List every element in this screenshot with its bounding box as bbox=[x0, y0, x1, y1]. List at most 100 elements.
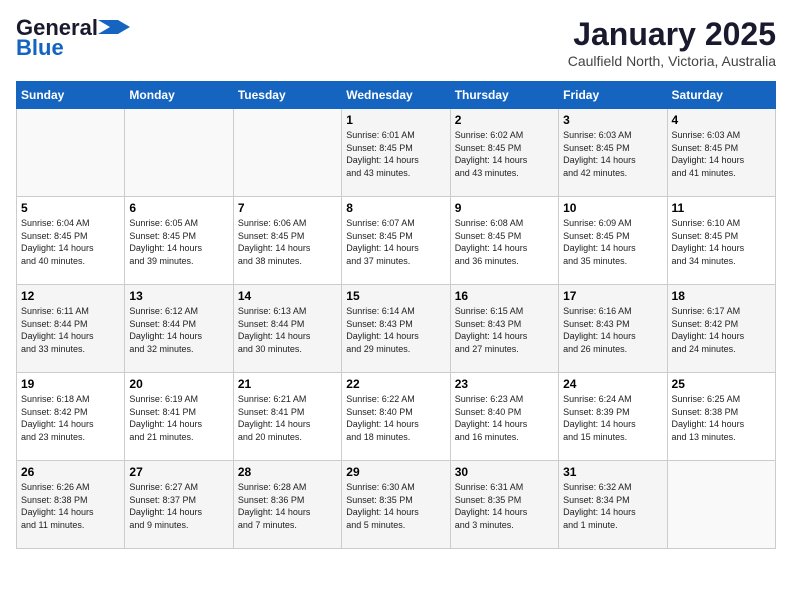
weekday-header-friday: Friday bbox=[559, 82, 667, 109]
day-info: Sunrise: 6:28 AMSunset: 8:36 PMDaylight:… bbox=[238, 481, 337, 531]
calendar-table: SundayMondayTuesdayWednesdayThursdayFrid… bbox=[16, 81, 776, 549]
page-header: General Blue January 2025 Caulfield Nort… bbox=[16, 16, 776, 69]
day-info: Sunrise: 6:23 AMSunset: 8:40 PMDaylight:… bbox=[455, 393, 554, 443]
day-number: 18 bbox=[672, 289, 771, 303]
calendar-cell: 1 Sunrise: 6:01 AMSunset: 8:45 PMDaylight… bbox=[342, 109, 450, 197]
day-number: 20 bbox=[129, 377, 228, 391]
day-number: 31 bbox=[563, 465, 662, 479]
day-number: 22 bbox=[346, 377, 445, 391]
day-info: Sunrise: 6:12 AMSunset: 8:44 PMDaylight:… bbox=[129, 305, 228, 355]
logo: General Blue bbox=[16, 16, 130, 60]
day-number: 27 bbox=[129, 465, 228, 479]
day-number: 3 bbox=[563, 113, 662, 127]
day-number: 1 bbox=[346, 113, 445, 127]
day-number: 8 bbox=[346, 201, 445, 215]
calendar-cell: 8 Sunrise: 6:07 AMSunset: 8:45 PMDaylight… bbox=[342, 197, 450, 285]
day-number: 23 bbox=[455, 377, 554, 391]
calendar-cell: 9Sunrise: 6:08 AMSunset: 8:45 PMDaylight… bbox=[450, 197, 558, 285]
day-info: Sunrise: 6:19 AMSunset: 8:41 PMDaylight:… bbox=[129, 393, 228, 443]
day-number: 25 bbox=[672, 377, 771, 391]
day-info: Sunrise: 6:30 AMSunset: 8:35 PMDaylight:… bbox=[346, 481, 445, 531]
calendar-week-row: 1 Sunrise: 6:01 AMSunset: 8:45 PMDaylight… bbox=[17, 109, 776, 197]
calendar-cell: 13 Sunrise: 6:12 AMSunset: 8:44 PMDayligh… bbox=[125, 285, 233, 373]
calendar-cell: 19 Sunrise: 6:18 AMSunset: 8:42 PMDayligh… bbox=[17, 373, 125, 461]
day-number: 13 bbox=[129, 289, 228, 303]
location-text: Caulfield North, Victoria, Australia bbox=[568, 53, 776, 69]
calendar-cell: 3 Sunrise: 6:03 AMSunset: 8:45 PMDaylight… bbox=[559, 109, 667, 197]
day-info: Sunrise: 6:08 AMSunset: 8:45 PMDaylight:… bbox=[455, 217, 554, 267]
day-number: 7 bbox=[238, 201, 337, 215]
calendar-cell: 6 Sunrise: 6:05 AMSunset: 8:45 PMDaylight… bbox=[125, 197, 233, 285]
day-number: 6 bbox=[129, 201, 228, 215]
calendar-cell: 20 Sunrise: 6:19 AMSunset: 8:41 PMDayligh… bbox=[125, 373, 233, 461]
day-number: 17 bbox=[563, 289, 662, 303]
calendar-cell: 11 Sunrise: 6:10 AMSunset: 8:45 PMDayligh… bbox=[667, 197, 775, 285]
day-info: Sunrise: 6:05 AMSunset: 8:45 PMDaylight:… bbox=[129, 217, 228, 267]
day-info: Sunrise: 6:11 AMSunset: 8:44 PMDaylight:… bbox=[21, 305, 120, 355]
calendar-cell: 21 Sunrise: 6:21 AMSunset: 8:41 PMDayligh… bbox=[233, 373, 341, 461]
calendar-cell: 30 Sunrise: 6:31 AMSunset: 8:35 PMDayligh… bbox=[450, 461, 558, 549]
logo-arrow-icon bbox=[98, 20, 130, 34]
month-title: January 2025 bbox=[568, 16, 776, 53]
day-info: Sunrise: 6:01 AMSunset: 8:45 PMDaylight:… bbox=[346, 129, 445, 179]
day-info: Sunrise: 6:22 AMSunset: 8:40 PMDaylight:… bbox=[346, 393, 445, 443]
calendar-week-row: 19 Sunrise: 6:18 AMSunset: 8:42 PMDayligh… bbox=[17, 373, 776, 461]
calendar-cell: 10 Sunrise: 6:09 AMSunset: 8:45 PMDayligh… bbox=[559, 197, 667, 285]
day-info: Sunrise: 6:07 AMSunset: 8:45 PMDaylight:… bbox=[346, 217, 445, 267]
day-info: Sunrise: 6:13 AMSunset: 8:44 PMDaylight:… bbox=[238, 305, 337, 355]
day-info: Sunrise: 6:02 AMSunset: 8:45 PMDaylight:… bbox=[455, 129, 554, 179]
day-info: Sunrise: 6:16 AMSunset: 8:43 PMDaylight:… bbox=[563, 305, 662, 355]
calendar-week-row: 5Sunrise: 6:04 AMSunset: 8:45 PMDaylight… bbox=[17, 197, 776, 285]
calendar-cell: 12 Sunrise: 6:11 AMSunset: 8:44 PMDayligh… bbox=[17, 285, 125, 373]
day-info: Sunrise: 6:27 AMSunset: 8:37 PMDaylight:… bbox=[129, 481, 228, 531]
day-info: Sunrise: 6:03 AMSunset: 8:45 PMDaylight:… bbox=[563, 129, 662, 179]
calendar-cell: 25 Sunrise: 6:25 AMSunset: 8:38 PMDayligh… bbox=[667, 373, 775, 461]
calendar-cell bbox=[667, 461, 775, 549]
day-info: Sunrise: 6:24 AMSunset: 8:39 PMDaylight:… bbox=[563, 393, 662, 443]
day-info: Sunrise: 6:09 AMSunset: 8:45 PMDaylight:… bbox=[563, 217, 662, 267]
calendar-cell: 17 Sunrise: 6:16 AMSunset: 8:43 PMDayligh… bbox=[559, 285, 667, 373]
weekday-header-sunday: Sunday bbox=[17, 82, 125, 109]
day-number: 24 bbox=[563, 377, 662, 391]
day-info: Sunrise: 6:15 AMSunset: 8:43 PMDaylight:… bbox=[455, 305, 554, 355]
weekday-header-saturday: Saturday bbox=[667, 82, 775, 109]
calendar-week-row: 12 Sunrise: 6:11 AMSunset: 8:44 PMDayligh… bbox=[17, 285, 776, 373]
calendar-cell: 26 Sunrise: 6:26 AMSunset: 8:38 PMDayligh… bbox=[17, 461, 125, 549]
day-info: Sunrise: 6:10 AMSunset: 8:45 PMDaylight:… bbox=[672, 217, 771, 267]
day-number: 2 bbox=[455, 113, 554, 127]
day-info: Sunrise: 6:25 AMSunset: 8:38 PMDaylight:… bbox=[672, 393, 771, 443]
weekday-header-thursday: Thursday bbox=[450, 82, 558, 109]
day-info: Sunrise: 6:32 AMSunset: 8:34 PMDaylight:… bbox=[563, 481, 662, 531]
day-number: 12 bbox=[21, 289, 120, 303]
day-number: 11 bbox=[672, 201, 771, 215]
day-number: 14 bbox=[238, 289, 337, 303]
logo-blue-text: Blue bbox=[16, 36, 64, 60]
calendar-header-row: SundayMondayTuesdayWednesdayThursdayFrid… bbox=[17, 82, 776, 109]
day-info: Sunrise: 6:06 AMSunset: 8:45 PMDaylight:… bbox=[238, 217, 337, 267]
day-info: Sunrise: 6:18 AMSunset: 8:42 PMDaylight:… bbox=[21, 393, 120, 443]
calendar-cell: 28Sunrise: 6:28 AMSunset: 8:36 PMDayligh… bbox=[233, 461, 341, 549]
day-number: 21 bbox=[238, 377, 337, 391]
day-info: Sunrise: 6:21 AMSunset: 8:41 PMDaylight:… bbox=[238, 393, 337, 443]
weekday-header-wednesday: Wednesday bbox=[342, 82, 450, 109]
day-info: Sunrise: 6:26 AMSunset: 8:38 PMDaylight:… bbox=[21, 481, 120, 531]
calendar-cell: 27 Sunrise: 6:27 AMSunset: 8:37 PMDayligh… bbox=[125, 461, 233, 549]
day-number: 30 bbox=[455, 465, 554, 479]
calendar-cell bbox=[233, 109, 341, 197]
day-number: 29 bbox=[346, 465, 445, 479]
calendar-cell bbox=[17, 109, 125, 197]
calendar-cell: 5Sunrise: 6:04 AMSunset: 8:45 PMDaylight… bbox=[17, 197, 125, 285]
weekday-header-monday: Monday bbox=[125, 82, 233, 109]
calendar-cell: 22 Sunrise: 6:22 AMSunset: 8:40 PMDayligh… bbox=[342, 373, 450, 461]
calendar-cell: 18Sunrise: 6:17 AMSunset: 8:42 PMDayligh… bbox=[667, 285, 775, 373]
day-number: 5 bbox=[21, 201, 120, 215]
day-info: Sunrise: 6:31 AMSunset: 8:35 PMDaylight:… bbox=[455, 481, 554, 531]
day-number: 19 bbox=[21, 377, 120, 391]
weekday-header-tuesday: Tuesday bbox=[233, 82, 341, 109]
day-number: 10 bbox=[563, 201, 662, 215]
day-number: 26 bbox=[21, 465, 120, 479]
calendar-cell: 15Sunrise: 6:14 AMSunset: 8:43 PMDayligh… bbox=[342, 285, 450, 373]
day-info: Sunrise: 6:03 AMSunset: 8:45 PMDaylight:… bbox=[672, 129, 771, 179]
calendar-cell: 2 Sunrise: 6:02 AMSunset: 8:45 PMDaylight… bbox=[450, 109, 558, 197]
day-number: 4 bbox=[672, 113, 771, 127]
